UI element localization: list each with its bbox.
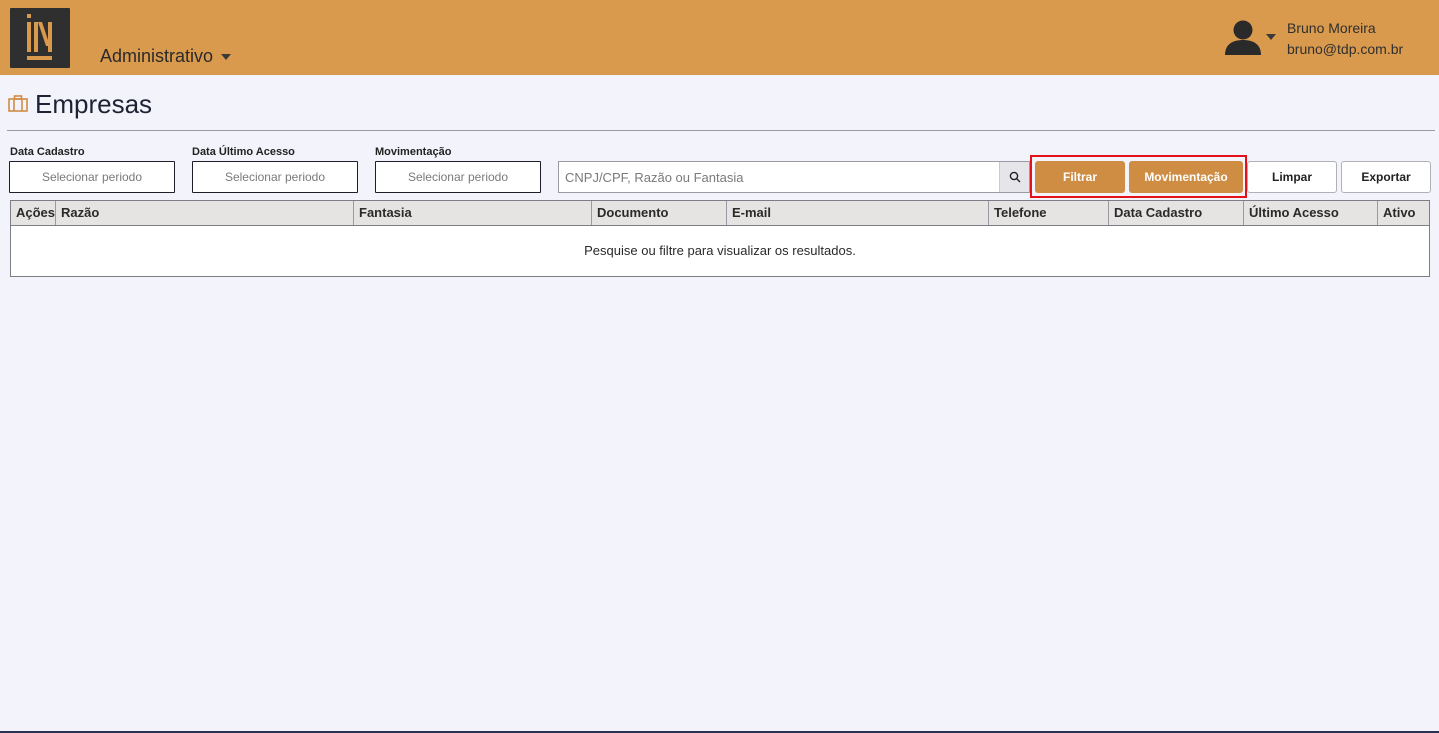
- page-title-area: Empresas: [8, 88, 152, 120]
- limpar-button[interactable]: Limpar: [1247, 161, 1337, 193]
- column-header-acoes[interactable]: Ações: [11, 201, 56, 225]
- user-menu[interactable]: Bruno Moreira bruno@tdp.com.br: [1222, 18, 1432, 63]
- movimentacao-picker[interactable]: [375, 161, 541, 193]
- movimentacao-button[interactable]: Movimentação: [1129, 161, 1243, 193]
- column-header-fantasia[interactable]: Fantasia: [354, 201, 592, 225]
- module-selector[interactable]: Administrativo: [100, 44, 232, 68]
- search-icon: [1009, 171, 1020, 183]
- user-email: bruno@tdp.com.br: [1287, 41, 1404, 57]
- column-header-razao[interactable]: Razão: [56, 201, 354, 225]
- data-ultimo-acesso-picker[interactable]: [192, 161, 358, 193]
- user-name: Bruno Moreira: [1287, 20, 1376, 36]
- search-input[interactable]: [559, 162, 999, 192]
- title-divider: [7, 130, 1435, 131]
- search-button[interactable]: [999, 162, 1029, 192]
- table-header: Ações Razão Fantasia Documento E-mail Te…: [11, 201, 1429, 226]
- column-header-data-cadastro[interactable]: Data Cadastro: [1109, 201, 1244, 225]
- chevron-down-icon: [221, 54, 232, 60]
- user-avatar-icon: [1225, 20, 1261, 55]
- empty-state-message: Pesquise ou filtre para visualizar os re…: [584, 243, 856, 258]
- search-box: [558, 161, 1030, 193]
- module-label: Administrativo: [100, 45, 214, 66]
- column-header-telefone[interactable]: Telefone: [989, 201, 1109, 225]
- column-header-ultimo-acesso[interactable]: Último Acesso: [1244, 201, 1378, 225]
- companies-table: Ações Razão Fantasia Documento E-mail Te…: [10, 200, 1430, 277]
- app-logo[interactable]: [10, 8, 70, 68]
- page-title: Empresas: [35, 88, 153, 119]
- logo-mark-icon: [27, 14, 52, 60]
- user-menu-chevron-icon: [1266, 34, 1276, 40]
- column-header-ativo[interactable]: Ativo: [1378, 201, 1429, 225]
- movimentacao-label: Movimentação: [375, 146, 452, 158]
- exportar-button[interactable]: Exportar: [1341, 161, 1431, 193]
- top-header: Administrativo Bruno Moreira bruno@tdp.c…: [0, 0, 1439, 75]
- data-cadastro-picker[interactable]: [9, 161, 175, 193]
- briefcase-icon: [8, 95, 28, 112]
- data-cadastro-label: Data Cadastro: [10, 146, 85, 158]
- column-header-documento[interactable]: Documento: [592, 201, 727, 225]
- column-header-email[interactable]: E-mail: [727, 201, 989, 225]
- data-ultimo-acesso-label: Data Último Acesso: [192, 146, 295, 158]
- filtrar-button[interactable]: Filtrar: [1035, 161, 1125, 193]
